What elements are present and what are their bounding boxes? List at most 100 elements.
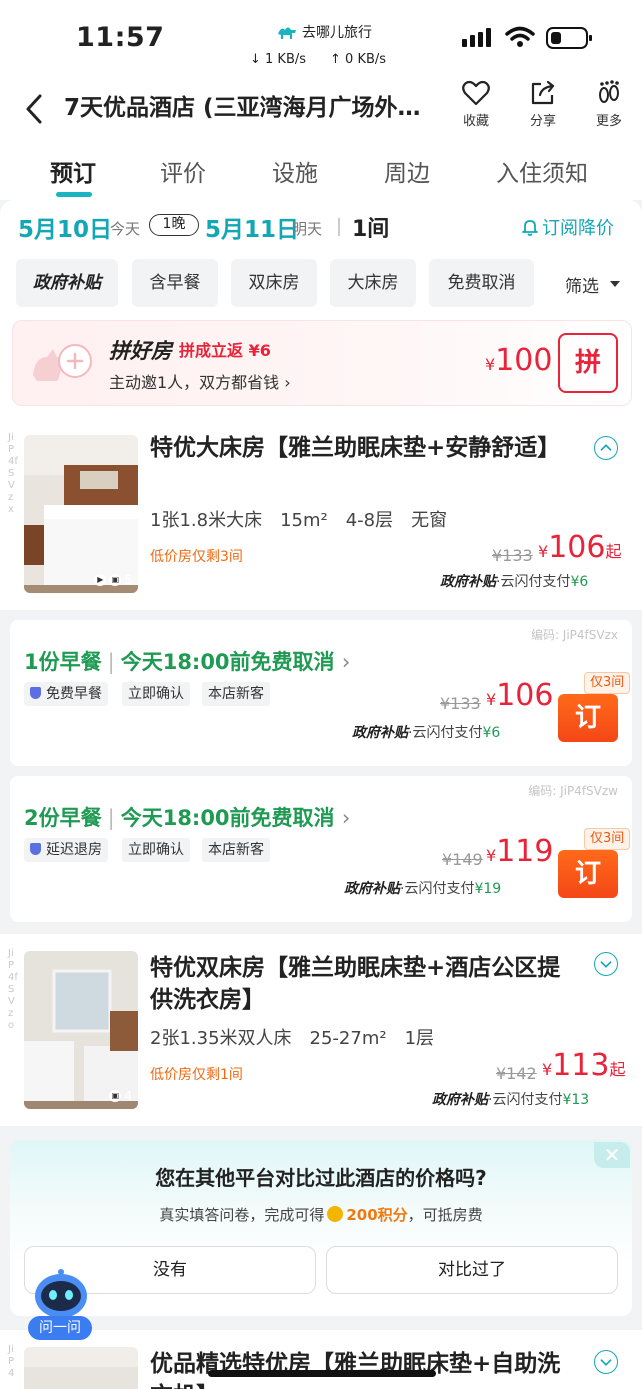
group-buy-promo: 拼成立返 ¥6 [179, 341, 271, 360]
currency-symbol: ¥ [538, 542, 549, 561]
subscribe-price-drop[interactable]: 订阅降价 [522, 214, 614, 240]
currency-symbol: ¥ [486, 690, 497, 709]
caret-down-icon [610, 281, 620, 287]
filter-gov-subsidy[interactable]: 政府补贴 [16, 259, 118, 307]
close-icon[interactable]: ✕ [594, 1142, 630, 1168]
filter-breakfast[interactable]: 含早餐 [132, 259, 218, 307]
survey-sub-after: ，可抵房费 [407, 1206, 483, 1224]
filter-twin-room[interactable]: 双床房 [231, 259, 317, 307]
assistant-label[interactable]: 问一问 [28, 1316, 92, 1340]
battery-icon [546, 27, 592, 49]
cell-signal-icon [462, 28, 491, 47]
room-price: ¥106起 [538, 530, 621, 565]
gallery-icon: ▣ [109, 574, 122, 586]
room-photo[interactable]: ▣ 4 [24, 951, 138, 1109]
original-price: ¥149 [442, 850, 483, 869]
pay-method: ·云闪付支付 [400, 881, 475, 897]
checkin-sub: 今天 [110, 220, 141, 238]
room-photo[interactable] [24, 1347, 138, 1389]
room-count[interactable]: 1间 [352, 211, 389, 243]
tab-checkin-notes[interactable]: 入住须知 [496, 154, 588, 188]
collapse-icon[interactable] [594, 436, 618, 460]
group-buy-sub: 主动邀1人，双方都省钱 › [109, 373, 291, 392]
meal-plan: 1份早餐 [24, 650, 102, 674]
group-price-value: 100 [495, 343, 553, 378]
filter-more-button[interactable]: 筛选 [565, 272, 599, 297]
checkout-date[interactable]: 5月11日 [205, 210, 299, 244]
low-stock-note: 低价房仅剩1间 [150, 1067, 243, 1083]
separator: | [107, 806, 115, 830]
room-price: ¥113起 [542, 1048, 625, 1083]
price-survey-card: 您在其他平台对比过此酒店的价格吗? 真实填答问卷，完成可得 200积分，可抵房费 … [10, 1140, 632, 1316]
section-tabs: 预订 评价 设施 周边 入住须知 [0, 144, 642, 200]
gallery-icon: ▣ [109, 1090, 122, 1102]
room-vcode: JiP4fSVzx [8, 432, 18, 515]
room-price-value: 106 [548, 530, 606, 565]
room-spec: 1张1.8米大床 15m² 4-8层 无窗 [150, 510, 448, 531]
group-buy-icon [33, 344, 92, 381]
book-button[interactable]: 订 [558, 850, 618, 898]
original-price: ¥133 [492, 546, 533, 565]
bell-icon [522, 220, 538, 236]
gov-subsidy-label: 政府补贴 [352, 725, 408, 741]
separator: | [107, 650, 115, 674]
survey-yes-button[interactable]: 对比过了 [326, 1246, 618, 1294]
expand-icon[interactable] [594, 952, 618, 976]
only-left-badge: 仅3间 [584, 828, 631, 850]
rate-tag: 立即确认 [122, 838, 190, 862]
room-vcode: JiP4 [8, 1344, 15, 1379]
room-card[interactable]: JiP4 优品精选特优房【雅兰助眠床垫+自助洗衣机】 [0, 1330, 642, 1389]
more-button[interactable]: 更多 [586, 80, 632, 129]
book-button[interactable]: 订 [558, 694, 618, 742]
hotel-title: 7天优品酒店 (三亚湾海月广场外… [64, 95, 421, 121]
chevron-right-icon: › [341, 650, 351, 674]
back-arrow-icon[interactable] [20, 88, 50, 128]
status-app: 去哪儿旅行 [276, 22, 372, 42]
date-selector[interactable]: 5月10日 今天 1晚 5月11日 明天 1间 订阅降价 [0, 200, 642, 252]
group-buy-button[interactable]: 拼 [558, 333, 618, 393]
rate-tag: 立即确认 [122, 682, 190, 706]
room-card[interactable]: JiP4fSVzx ▶ ▣ 5 特优大床房【雅兰助眠床垫+安静舒适】 1张1.8… [0, 418, 642, 610]
hotel-header: 7天优品酒店 (三亚湾海月广场外… 收藏 分享 更多 [0, 80, 642, 144]
pay-discount: ¥6 [482, 725, 501, 741]
room-card[interactable]: JiP4fSVzo ▣ 4 特优双床房【雅兰助眠床垫+酒店公区提供洗衣房】 2张… [0, 934, 642, 1126]
filter-king-room[interactable]: 大床房 [330, 259, 416, 307]
expand-icon[interactable] [594, 1350, 618, 1374]
tab-booking[interactable]: 预订 [50, 154, 96, 188]
more-label: 更多 [595, 114, 622, 129]
group-buy-card[interactable]: 拼好房 拼成立返 ¥6 主动邀1人，双方都省钱 › ¥100 拼 [12, 320, 632, 406]
subscribe-label: 订阅降价 [542, 218, 614, 239]
filter-free-cancel[interactable]: 免费取消 [429, 259, 534, 307]
tab-nearby[interactable]: 周边 [384, 154, 430, 188]
pay-method: ·云闪付支付 [488, 1092, 563, 1108]
photo-count-badge: ▣ 4 [109, 1089, 132, 1103]
rate-tag: 免费早餐 [24, 682, 108, 706]
rate-plan-card[interactable]: 编码: JiP4fSVzw 2份早餐 | 今天18:00前免费取消 › 延迟退房 立… [10, 776, 632, 922]
checkin-date[interactable]: 5月10日 [18, 210, 112, 244]
share-label: 分享 [529, 114, 556, 129]
room-photo[interactable]: ▶ ▣ 5 [24, 435, 138, 593]
subsidy-line: 政府补贴·云闪付支付¥19 [344, 878, 501, 898]
gov-subsidy-label: 政府补贴 [440, 574, 496, 590]
shield-icon [30, 687, 41, 699]
survey-question: 您在其他平台对比过此酒店的价格吗? [155, 1166, 487, 1190]
rate-tag: 本店新客 [202, 838, 270, 862]
survey-subtitle: 真实填答问卷，完成可得 200积分，可抵房费 [10, 1204, 632, 1225]
rate-price: ¥106 [486, 678, 553, 713]
currency-symbol: ¥ [542, 1060, 553, 1079]
room-spec: 2张1.35米双人床 25-27m² 1层 [150, 1028, 435, 1049]
share-button[interactable]: 分享 [520, 80, 566, 129]
tab-reviews[interactable]: 评价 [160, 154, 206, 188]
rate-tag: 延迟退房 [24, 838, 108, 862]
home-indicator [208, 1370, 436, 1377]
favorite-button[interactable]: 收藏 [453, 80, 499, 129]
rate-plan-card[interactable]: 编码: JiP4fSVzx 1份早餐 | 今天18:00前免费取消 › 免费早餐 立… [10, 620, 632, 766]
subsidy-line: 政府补贴·云闪付支付¥13 [432, 1089, 589, 1109]
status-bar: 11:57 去哪儿旅行 ↓ 1 KB/s ↑ 0 KB/s [0, 0, 642, 80]
cancel-policy: 今天18:00前免费取消 [120, 650, 335, 674]
photo-count: 5 [124, 573, 132, 587]
tab-facilities[interactable]: 设施 [272, 154, 318, 188]
nights-badge: 1晚 [149, 214, 199, 236]
rate-code: 编码: JiP4fSVzx [530, 628, 618, 642]
rate-price: ¥119 [486, 834, 553, 869]
